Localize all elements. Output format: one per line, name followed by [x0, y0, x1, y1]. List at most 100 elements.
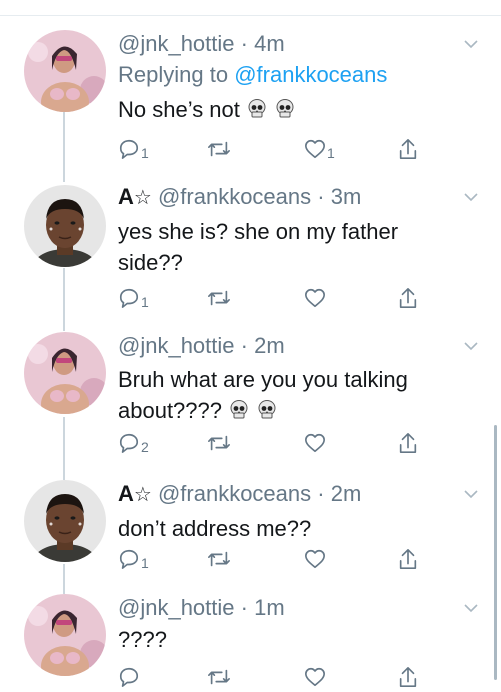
display-name[interactable]: A☆ — [118, 184, 152, 209]
share-icon — [399, 433, 417, 453]
tweet-time[interactable]: 2m — [331, 481, 362, 506]
time-separator: · — [234, 31, 255, 56]
retweet-icon — [208, 290, 230, 306]
share-button[interactable] — [398, 134, 418, 160]
reply-count: 1 — [141, 555, 149, 571]
chevron-down-icon[interactable] — [463, 338, 479, 354]
share-icon — [399, 139, 417, 159]
reply-button[interactable]: 2 — [118, 428, 149, 454]
tweet-time[interactable]: 3m — [331, 184, 362, 209]
tweet[interactable]: @jnk_hottie · 2m Bruh what are you you t… — [0, 332, 501, 472]
time-separator: · — [234, 333, 255, 358]
replying-to-line: Replying to @frankkoceans — [118, 60, 461, 90]
tweet-actions: 1 1 — [118, 134, 418, 160]
heart-icon — [305, 433, 325, 453]
tweet-header: @jnk_hottie · 4m — [118, 30, 461, 58]
retweet-icon — [208, 551, 230, 567]
tweet-text: yes she is? she on my father side?? — [118, 219, 399, 275]
display-name[interactable]: A☆ — [118, 481, 152, 506]
reply-button[interactable]: 1 — [118, 134, 149, 160]
tweet-handle[interactable]: @jnk_hottie — [118, 333, 235, 358]
time-separator: · — [311, 184, 331, 209]
like-button[interactable] — [304, 662, 326, 688]
skull-icon — [256, 398, 278, 420]
reply-button[interactable]: 1 — [118, 283, 149, 309]
like-button[interactable]: 1 — [304, 134, 335, 160]
heart-icon — [305, 139, 325, 159]
tweet-actions: 1 — [118, 283, 418, 309]
skull-icon — [246, 97, 268, 119]
share-button[interactable] — [398, 428, 418, 454]
reply-icon — [119, 433, 139, 453]
like-count: 1 — [327, 145, 335, 161]
tweet[interactable]: @jnk_hottie · 1m ???? — [0, 594, 501, 692]
like-button[interactable] — [304, 544, 326, 570]
replying-to-link[interactable]: @frankkoceans — [234, 62, 387, 87]
tweet-handle[interactable]: @jnk_hottie — [118, 31, 235, 56]
tweet-text: No she’s not — [118, 94, 461, 125]
avatar[interactable] — [24, 30, 106, 112]
tweet-handle[interactable]: @frankkoceans — [158, 481, 311, 506]
reply-button[interactable]: 1 — [118, 544, 149, 570]
display-name-text: A — [118, 481, 134, 506]
reply-icon — [119, 667, 139, 687]
chevron-down-icon[interactable] — [463, 486, 479, 502]
tweet-time[interactable]: 4m — [254, 31, 285, 56]
display-name-text: A — [118, 184, 134, 209]
chevron-down-icon[interactable] — [463, 189, 479, 205]
tweet-header: @jnk_hottie · 1m — [118, 594, 461, 622]
star-symbol: ☆ — [133, 187, 152, 209]
heart-icon — [305, 667, 325, 687]
reply-button[interactable] — [118, 662, 140, 688]
tweet-text: Bruh what are you you talking about???? — [118, 364, 461, 426]
avatar[interactable] — [24, 480, 106, 562]
retweet-button[interactable] — [207, 662, 231, 688]
share-button[interactable] — [398, 544, 418, 570]
tweet-actions — [118, 662, 418, 688]
skull-icon — [274, 97, 296, 119]
retweet-button[interactable] — [207, 283, 231, 309]
avatar[interactable] — [24, 332, 106, 414]
avatar[interactable] — [24, 594, 106, 676]
tweet-handle[interactable]: @frankkoceans — [158, 184, 311, 209]
skull-icon — [228, 398, 250, 420]
tweet-time[interactable]: 1m — [254, 595, 285, 620]
reply-count: 1 — [141, 145, 149, 161]
reply-icon — [119, 139, 139, 159]
share-icon — [399, 288, 417, 308]
heart-icon — [305, 549, 325, 569]
like-button[interactable] — [304, 283, 326, 309]
retweet-icon — [208, 669, 230, 685]
tweet-header: A☆ @frankkoceans · 2m — [118, 480, 461, 509]
replying-to-label: Replying to — [118, 62, 229, 87]
tweet-text-body: No she’s not — [118, 97, 240, 122]
tweet-header: @jnk_hottie · 2m — [118, 332, 461, 360]
reply-icon — [119, 288, 139, 308]
star-symbol: ☆ — [133, 484, 152, 506]
time-separator: · — [311, 481, 331, 506]
tweet-handle[interactable]: @jnk_hottie — [118, 595, 235, 620]
share-button[interactable] — [398, 662, 418, 688]
chevron-down-icon[interactable] — [463, 36, 479, 52]
share-icon — [399, 667, 417, 687]
scrollbar[interactable] — [494, 425, 497, 680]
reply-count: 2 — [141, 439, 149, 455]
retweet-button[interactable] — [207, 544, 231, 570]
tweet[interactable]: @jnk_hottie · 4m Replying to @frankkocea… — [0, 30, 501, 170]
avatar[interactable] — [24, 185, 106, 267]
tweet-header: A☆ @frankkoceans · 3m — [118, 183, 461, 212]
tweet-text: ???? — [118, 627, 167, 652]
retweet-button[interactable] — [207, 134, 231, 160]
chevron-down-icon[interactable] — [463, 600, 479, 616]
retweet-button[interactable] — [207, 428, 231, 454]
tweet[interactable]: A☆ @frankkoceans · 3m yes she is? she on… — [0, 183, 501, 323]
like-button[interactable] — [304, 428, 326, 454]
time-separator: · — [234, 595, 255, 620]
reply-count: 1 — [141, 294, 149, 310]
share-button[interactable] — [398, 283, 418, 309]
top-divider — [0, 15, 501, 16]
tweet[interactable]: A☆ @frankkoceans · 2m don’t address me??… — [0, 480, 501, 590]
tweet-time[interactable]: 2m — [254, 333, 285, 358]
share-icon — [399, 549, 417, 569]
tweet-actions: 1 — [118, 544, 418, 570]
